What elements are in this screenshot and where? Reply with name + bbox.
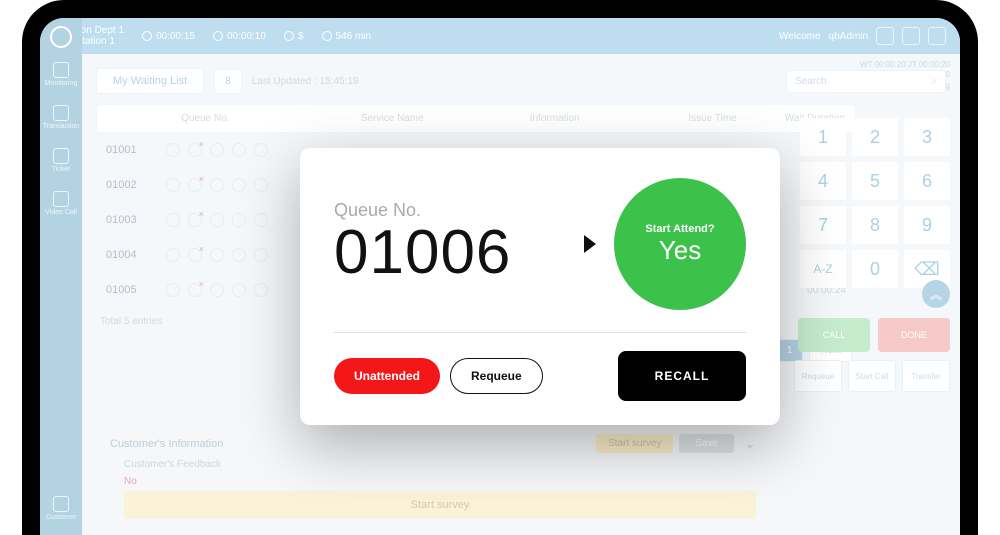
queue-modal: Queue No. 01006 Start Attend? Yes Unatte…: [300, 148, 780, 425]
arrow-right-icon: [584, 235, 596, 253]
queue-cell: 01002: [106, 179, 166, 191]
row-action-icon[interactable]: [188, 143, 202, 157]
row-action-icon[interactable]: [188, 213, 202, 227]
key-4[interactable]: 4: [800, 162, 846, 200]
row-action-icon[interactable]: [166, 178, 180, 192]
key-7[interactable]: 7: [800, 206, 846, 244]
queue-cell: 01003: [106, 214, 166, 226]
row-action-icon[interactable]: [166, 143, 180, 157]
row-action-icon[interactable]: [166, 248, 180, 262]
sidebar-item-videocall[interactable]: Video Call: [40, 187, 82, 220]
survey-bar[interactable]: Start survey: [124, 491, 756, 519]
logout-icon[interactable]: [928, 27, 946, 45]
call-button[interactable]: CALL: [798, 318, 870, 352]
welcome-label: Welcome: [779, 31, 821, 42]
row-action-icon[interactable]: [254, 248, 268, 262]
search-input[interactable]: Search ⌕: [786, 70, 946, 93]
chevron-down-icon[interactable]: ⌄: [744, 435, 756, 452]
monitor-icon: [53, 62, 69, 78]
user-icon[interactable]: [876, 27, 894, 45]
key-1[interactable]: 1: [800, 118, 846, 156]
key-3[interactable]: 3: [904, 118, 950, 156]
row-action-icon[interactable]: [210, 213, 224, 227]
video-icon: [53, 191, 69, 207]
queue-cell: 01001: [106, 144, 166, 156]
keypad-collapse-icon[interactable]: ︽: [922, 280, 950, 308]
customer-icon: [53, 496, 69, 512]
col-issue: Issue Time: [629, 113, 737, 124]
start-attend-button[interactable]: Start Attend? Yes: [614, 178, 746, 310]
requeue-small-button[interactable]: Requeue: [794, 360, 842, 392]
ticket-icon: [53, 148, 69, 164]
row-action-icon[interactable]: [254, 213, 268, 227]
key-2[interactable]: 2: [852, 118, 898, 156]
sidebar-item-monitoring[interactable]: Monitoring: [40, 58, 82, 91]
customer-panel: Customer's Information Start survey Save…: [96, 424, 770, 529]
key-5[interactable]: 5: [852, 162, 898, 200]
unattended-button[interactable]: Unattended: [334, 358, 440, 394]
key-A-Z[interactable]: A-Z: [800, 250, 846, 288]
key-6[interactable]: 6: [904, 162, 950, 200]
clock-icon: [322, 31, 332, 41]
recall-button[interactable]: RECALL: [618, 351, 746, 401]
dollar-icon: [284, 31, 294, 41]
row-action-icon[interactable]: [232, 178, 246, 192]
clock-icon: [213, 31, 223, 41]
search-icon: ⌕: [931, 76, 937, 87]
clock-icon: [142, 31, 152, 41]
queue-cell: 01005: [106, 284, 166, 296]
startcall-small-button[interactable]: Start Call: [848, 360, 896, 392]
col-info: Information: [481, 113, 629, 124]
row-action-icon[interactable]: [166, 283, 180, 297]
row-action-icon[interactable]: [254, 283, 268, 297]
requeue-button[interactable]: Requeue: [450, 358, 543, 394]
save-button[interactable]: Save: [679, 434, 734, 453]
app-logo-icon: [50, 26, 72, 48]
last-updated: Last Updated : 15:45:19: [252, 76, 359, 87]
row-action-icon[interactable]: [232, 283, 246, 297]
row-action-icon[interactable]: [254, 178, 268, 192]
list-count: 8: [214, 69, 242, 94]
transaction-icon: [53, 105, 69, 121]
row-action-icon[interactable]: [188, 178, 202, 192]
start-survey-button[interactable]: Start survey: [596, 434, 673, 453]
row-action-icon[interactable]: [210, 248, 224, 262]
queue-cell: 01004: [106, 249, 166, 261]
row-action-icon[interactable]: [254, 143, 268, 157]
row-action-icon[interactable]: [210, 283, 224, 297]
row-action-icon[interactable]: [232, 248, 246, 262]
sidebar-item-customer[interactable]: Customer: [40, 492, 82, 525]
list-title[interactable]: My Waiting List: [96, 68, 204, 94]
row-action-icon[interactable]: [232, 213, 246, 227]
key-0[interactable]: 0: [852, 250, 898, 288]
key-9[interactable]: 9: [904, 206, 950, 244]
col-service: Service Name: [304, 113, 481, 124]
row-action-icon[interactable]: [188, 283, 202, 297]
row-action-icon[interactable]: [188, 248, 202, 262]
row-action-icon[interactable]: [232, 143, 246, 157]
transfer-small-button[interactable]: Transfer: [902, 360, 950, 392]
customer-title: Customer's Information: [110, 438, 223, 450]
row-action-icon[interactable]: [166, 213, 180, 227]
user-name: qbAdmin: [829, 31, 868, 42]
sidebar-item-ticket[interactable]: Ticket: [40, 144, 82, 177]
keypad: 123456789A-Z0⌫: [800, 118, 950, 288]
sidebar: Monitoring Transaction Ticket Video Call…: [40, 18, 82, 535]
header-bar: Location Dept 1 Workstation 1 00:00:15 0…: [40, 18, 960, 54]
bell-icon[interactable]: [902, 27, 920, 45]
key-8[interactable]: 8: [852, 206, 898, 244]
row-action-icon[interactable]: [210, 178, 224, 192]
row-action-icon[interactable]: [210, 143, 224, 157]
done-button[interactable]: DONE: [878, 318, 950, 352]
sidebar-item-transaction[interactable]: Transaction: [40, 101, 82, 134]
col-queue-no: Queue No.: [107, 113, 304, 124]
queue-number: 01006: [334, 217, 566, 288]
